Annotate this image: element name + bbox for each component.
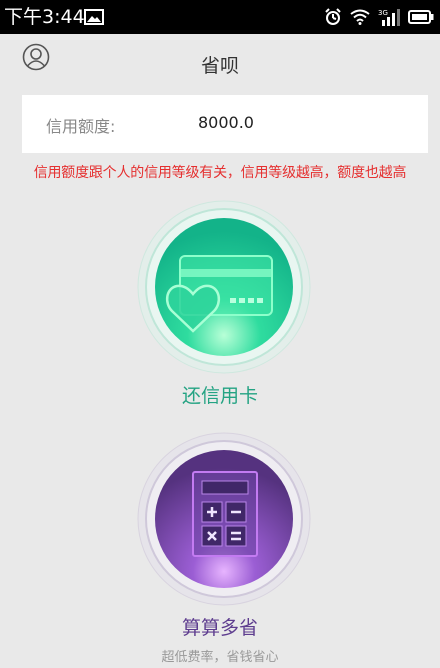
page-title: 省呗 <box>200 55 239 77</box>
credit-limit-label: 信用额度: <box>46 117 116 136</box>
credit-notice: 信用额度跟个人的信用等级有关，信用等级越高，额度也越高 <box>33 165 407 181</box>
signal-icon: 3G <box>378 9 400 26</box>
gallery-icon <box>84 9 104 25</box>
calculate-savings-subtitle: 超低费率，省钱省心 <box>161 650 279 665</box>
status-icons: 3G <box>324 8 434 26</box>
calculator-icon <box>192 471 258 557</box>
credit-limit-value: 8000.0 <box>198 113 254 132</box>
status-bar: 下午3:44 3G <box>0 0 440 34</box>
battery-icon <box>408 10 434 24</box>
calculate-savings-button[interactable] <box>137 432 311 606</box>
repay-card-label[interactable]: 还信用卡 <box>0 381 440 408</box>
credit-limit-panel: 信用额度: 8000.0 <box>22 95 428 153</box>
alarm-icon <box>325 8 341 25</box>
wifi-icon <box>350 9 370 25</box>
repay-card-button[interactable] <box>137 200 311 374</box>
network-label: 3G <box>378 9 388 17</box>
status-time: 下午3:44 <box>4 6 85 28</box>
header: 省呗 <box>0 34 440 94</box>
calculate-savings-label[interactable]: 算算多省 <box>0 613 440 640</box>
